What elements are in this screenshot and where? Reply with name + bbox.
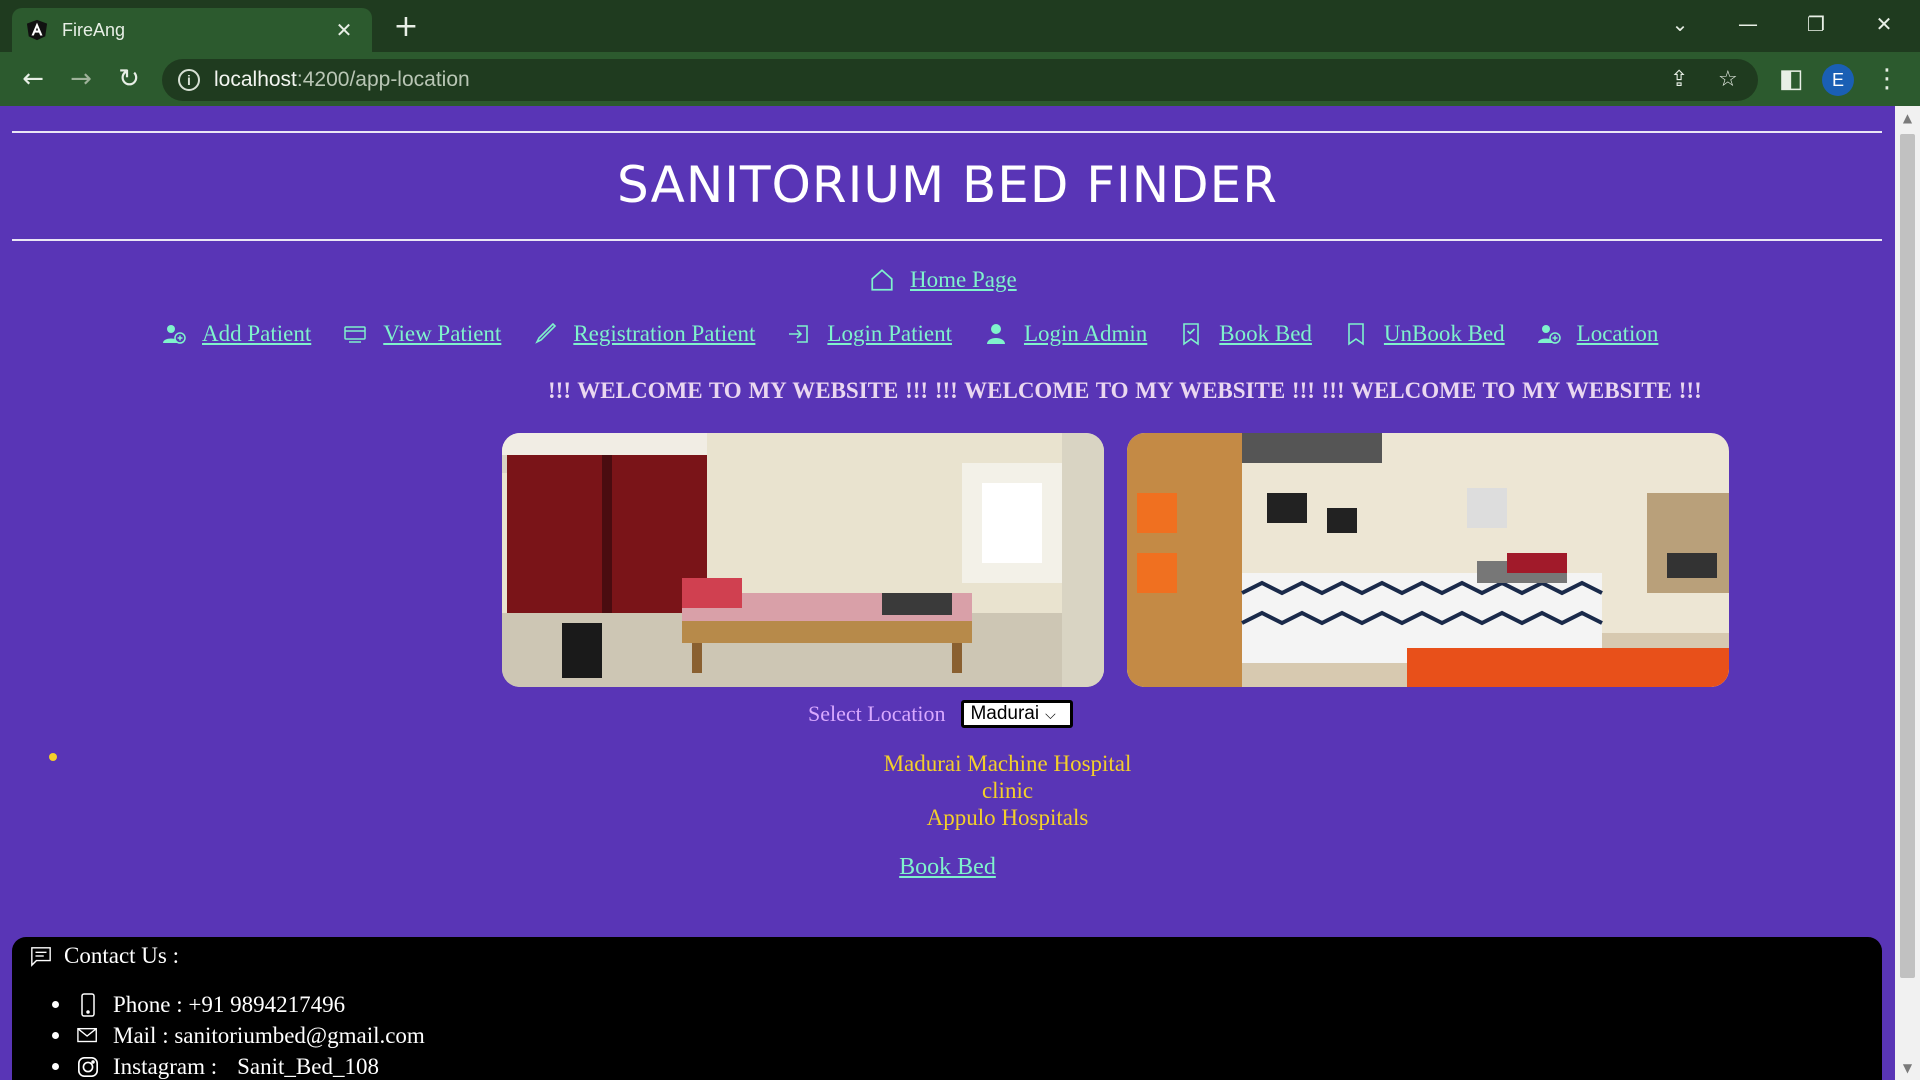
scroll-down-icon[interactable]: ▼ — [1895, 1058, 1920, 1078]
scroll-up-icon[interactable]: ▲ — [1895, 108, 1920, 128]
phone-icon — [77, 992, 99, 1018]
profile-avatar[interactable]: E — [1822, 64, 1854, 96]
contact-heading: Contact Us : — [30, 943, 179, 969]
title-divider — [12, 239, 1882, 241]
nav-item-login-patient[interactable]: Login Patient — [785, 320, 952, 348]
hospital-list: Madurai Machine Hospital clinic Appulo H… — [0, 750, 1920, 831]
nav-item-book-bed[interactable]: Book Bed — [1177, 320, 1312, 348]
select-location-label: Select Location — [808, 701, 946, 726]
star-icon[interactable]: ☆ — [1718, 59, 1738, 101]
url-path: :4200/app-location — [296, 68, 470, 91]
list-item: Instagram : Sanit_Bed_108 — [52, 1051, 425, 1080]
url-host: localhost — [214, 68, 297, 91]
window-icon — [341, 320, 369, 348]
tab-search-icon[interactable]: ⌄ — [1652, 6, 1708, 42]
login-icon — [785, 320, 813, 348]
nav-item-login-admin[interactable]: Login Admin — [982, 320, 1147, 348]
nav-label[interactable]: UnBook Bed — [1384, 321, 1505, 347]
list-bullet — [52, 1063, 59, 1070]
nav-label[interactable]: Book Bed — [1219, 321, 1312, 347]
location-selected-value: Madurai — [970, 703, 1040, 724]
tab-close-icon[interactable]: ✕ — [330, 18, 358, 42]
nav-label[interactable]: Login Patient — [827, 321, 952, 347]
list-item: Mail : sanitoriumbed@gmail.com — [52, 1020, 425, 1051]
list-item: Madurai Machine Hospital — [883, 751, 1132, 776]
main-nav: Add Patient View Patient Registration Pa… — [160, 320, 1720, 348]
contact-phone: Phone : +91 9894217496 — [113, 991, 346, 1017]
nav-label[interactable]: Registration Patient — [573, 321, 755, 347]
top-divider — [12, 131, 1882, 133]
browser-tab-strip: FireAng ✕ + ⌄ — ❐ ✕ — [0, 0, 1920, 52]
list-bullet — [52, 1001, 59, 1008]
address-bar[interactable]: i localhost:4200/app-location ⇪ ☆ — [162, 59, 1758, 101]
share-icon[interactable]: ⇪ — [1670, 59, 1688, 101]
list-bullet — [52, 1032, 59, 1039]
room-photo-1 — [502, 433, 1104, 687]
nav-item-location[interactable]: Location — [1535, 320, 1659, 348]
nav-label[interactable]: Add Patient — [202, 321, 311, 347]
person-add-icon — [1535, 320, 1563, 348]
list-item: Appulo Hospitals — [926, 805, 1089, 830]
chevron-down-icon: ⌵ — [1045, 705, 1056, 722]
page-content: SANITORIUM BED FINDER Home Page Add Pati… — [0, 106, 1895, 1080]
forward-icon[interactable]: → — [62, 60, 100, 98]
home-nav[interactable]: Home Page — [868, 266, 1017, 294]
bookmark-check-icon — [1177, 320, 1205, 348]
close-window-icon[interactable]: ✕ — [1856, 6, 1912, 42]
nav-item-registration-patient[interactable]: Registration Patient — [531, 320, 755, 348]
person-icon — [982, 320, 1010, 348]
room-photo-2 — [1127, 433, 1729, 687]
pencil-icon — [531, 320, 559, 348]
browser-tab[interactable]: FireAng ✕ — [12, 8, 372, 52]
info-icon[interactable]: i — [178, 69, 200, 91]
person-add-icon — [160, 320, 188, 348]
book-bed-link-row: Book Bed — [0, 854, 1895, 881]
contact-footer: Contact Us : Phone : +91 9894217496 Mail… — [12, 937, 1882, 1080]
new-tab-button[interactable]: + — [388, 10, 424, 46]
list-item: Phone : +91 9894217496 — [52, 989, 425, 1020]
restore-icon[interactable]: ❐ — [1788, 6, 1844, 42]
back-icon[interactable]: ← — [14, 60, 52, 98]
contact-instagram-label: Instagram : — [113, 1053, 218, 1079]
angular-icon — [26, 19, 48, 41]
page-scrollbar[interactable]: ▲ ▼ — [1895, 106, 1920, 1080]
side-panel-icon[interactable]: ◧ — [1772, 60, 1810, 98]
contact-heading-text: Contact Us : — [64, 943, 179, 968]
nav-item-view-patient[interactable]: View Patient — [341, 320, 501, 348]
contact-list: Phone : +91 9894217496 Mail : sanitorium… — [52, 989, 425, 1080]
contact-instagram-handle[interactable]: Sanit_Bed_108 — [237, 1054, 379, 1080]
book-bed-link[interactable]: Book Bed — [899, 854, 996, 880]
browser-toolbar: ← → ↻ i localhost:4200/app-location ⇪ ☆ … — [0, 52, 1920, 106]
instagram-icon — [77, 1054, 99, 1080]
nav-label[interactable]: Login Admin — [1024, 321, 1147, 347]
contact-mail[interactable]: Mail : sanitoriumbed@gmail.com — [113, 1023, 425, 1049]
nav-item-unbook-bed[interactable]: UnBook Bed — [1342, 320, 1505, 348]
tab-title: FireAng — [62, 19, 126, 40]
location-select[interactable]: Madurai ⌵ — [961, 700, 1074, 728]
bookmark-icon — [1342, 320, 1370, 348]
home-page-link[interactable]: Home Page — [910, 267, 1017, 293]
kebab-menu-icon[interactable]: ⋮ — [1868, 60, 1906, 98]
welcome-marquee: !!! WELCOME TO MY WEBSITE !!! !!! WELCOM… — [548, 378, 1702, 403]
nav-label[interactable]: Location — [1577, 321, 1659, 347]
list-item: clinic — [981, 778, 1034, 803]
mail-icon — [77, 1023, 99, 1049]
location-selector: Select Location Madurai ⌵ — [808, 700, 1074, 728]
house-icon — [868, 266, 896, 294]
minimize-icon[interactable]: — — [1720, 6, 1776, 42]
page-title: SANITORIUM BED FINDER — [616, 156, 1279, 214]
chat-icon — [30, 943, 52, 969]
scroll-thumb[interactable] — [1900, 134, 1915, 978]
reload-icon[interactable]: ↻ — [110, 60, 148, 98]
nav-item-add-patient[interactable]: Add Patient — [160, 320, 311, 348]
nav-label[interactable]: View Patient — [383, 321, 501, 347]
